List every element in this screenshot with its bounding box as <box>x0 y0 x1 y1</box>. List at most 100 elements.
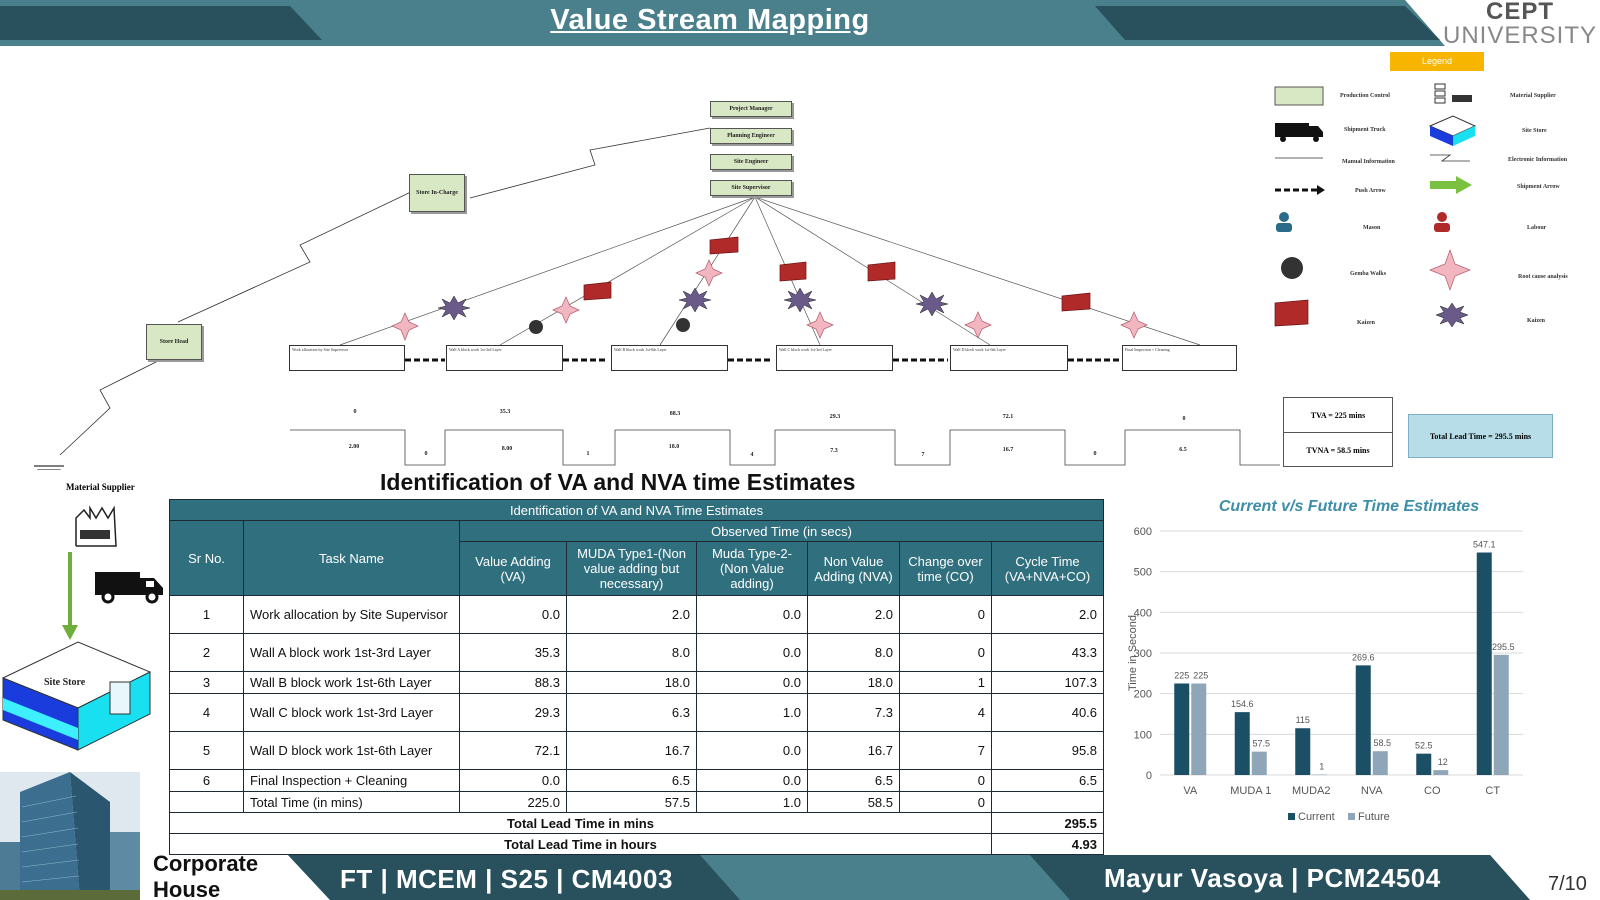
legend-swatch <box>1348 813 1355 820</box>
legend-label: Push Arrow <box>1355 188 1386 194</box>
legend-label: Kaizen <box>1357 320 1375 326</box>
legend-label: Site Store <box>1522 128 1547 134</box>
bar-future <box>1191 683 1207 775</box>
lead-time-mins-row: Total Lead Time in mins 295.5 <box>169 812 1105 834</box>
timeline-va: 72.1 <box>1002 414 1014 420</box>
va-nva-table: Identification of VA and NVA Time Estima… <box>168 499 1105 855</box>
x-tick-label: NVA <box>1361 785 1383 797</box>
tva-value: TVA = 225 mins <box>1284 398 1392 433</box>
store-in-charge-box: Store In-Charge <box>409 174 465 212</box>
legend-label: Kaizen <box>1527 318 1545 324</box>
course-code: FT | MCEM | S25 | CM4003 <box>340 864 673 894</box>
site-store-diagram <box>1 505 163 751</box>
legend-label: Root cause analysis <box>1518 274 1568 280</box>
chart-title: Current v/s Future Time Estimates <box>1218 498 1480 515</box>
x-tick-label: MUDA2 <box>1292 785 1331 797</box>
time-estimates-chart: Current v/s Future Time Estimates 0 100 20… <box>1118 495 1580 845</box>
process-box: Wall D block work 1st-6th Layer <box>950 345 1068 371</box>
col-task: Task Name <box>243 520 460 596</box>
col-muda1: MUDA Type1-(Non value adding but necessa… <box>566 541 697 596</box>
author-id: Mayur Vasoya | PCM24504 <box>1104 863 1441 893</box>
tva-summary-box: TVA = 225 mins TVNA = 58.5 mins <box>1283 397 1393 467</box>
table-row: 1 Work allocation by Site Supervisor 0.0… <box>169 595 1105 634</box>
bar-future <box>1493 654 1509 775</box>
process-box: Wall C block work 1st-3rd Layer <box>776 345 893 371</box>
y-tick-label: 500 <box>1134 567 1152 579</box>
y-tick-label: 600 <box>1134 526 1152 538</box>
legend-label: Gemba Walks <box>1350 271 1387 277</box>
tnva-value: TVNA = 58.5 mins <box>1306 446 1370 455</box>
legend-title: Legend <box>1390 52 1484 71</box>
timeline-nva: 0 <box>1093 451 1097 457</box>
bar-future <box>1312 774 1328 776</box>
bar-current <box>1416 753 1432 775</box>
bar-current <box>1174 683 1190 775</box>
project-manager-box: Project Manager <box>710 101 792 117</box>
data-label: 52.5 <box>1415 741 1433 751</box>
y-tick-label: 0 <box>1146 770 1152 782</box>
col-co: Change over time (CO) <box>899 541 992 596</box>
legend-label: Manual Information <box>1342 159 1395 165</box>
table-title: Identification of VA and NVA Time Estima… <box>168 499 1105 521</box>
legend-label: Shipment Truck <box>1344 127 1386 133</box>
y-tick-label: 100 <box>1134 729 1152 741</box>
col-ct: Cycle Time (VA+NVA+CO) <box>990 541 1105 596</box>
col-va: Value Adding (VA) <box>459 541 567 596</box>
chart-svg: 0100200300400500600Time in Second 225 225V… <box>1127 526 1523 823</box>
bar-current <box>1355 665 1371 775</box>
data-label: 225 <box>1193 671 1208 681</box>
timeline-va: 88.3 <box>669 411 681 417</box>
data-label: 12 <box>1438 757 1448 767</box>
section-heading: Identification of VA and NVA time Estima… <box>380 469 856 495</box>
timeline-nva: 4 <box>750 452 754 458</box>
material-supplier-label: Material Supplier <box>66 482 135 492</box>
timeline-nva: 7 <box>921 452 925 458</box>
timeline-nva: 2.00 <box>348 444 360 450</box>
data-label: 57.5 <box>1252 739 1270 749</box>
legend-label: Labour <box>1527 225 1547 231</box>
timeline-nva: 8.00 <box>501 446 513 452</box>
table-row: 5 Wall D block work 1st-6th Layer 72.1 1… <box>169 731 1105 770</box>
data-label: 154.6 <box>1231 699 1254 709</box>
timeline-nva: 0 <box>424 451 428 457</box>
legend-icons <box>1274 83 1477 328</box>
data-label: 295.5 <box>1492 642 1515 652</box>
timeline-va: 0 <box>1182 416 1186 422</box>
store-head-box: Store Head <box>146 324 202 360</box>
legend-label: Future <box>1358 811 1390 823</box>
table-row: 6 Final Inspection + Cleaning 0.0 6.5 0.… <box>169 769 1105 792</box>
timeline-va: 0 <box>353 409 357 415</box>
x-tick-label: VA <box>1183 785 1198 797</box>
site-engineer-box: Site Engineer <box>710 154 792 170</box>
slide: Value Stream Mapping CEPT UNIVERSITY Pro… <box>0 0 1600 900</box>
site-supervisor-box: Site Supervisor <box>710 180 792 196</box>
process-box: Wall B block work 1st-6th Layer <box>611 345 728 371</box>
lead-time-hours-row: Total Lead Time in hours 4.93 <box>169 833 1105 855</box>
bar-future <box>1372 751 1388 775</box>
observed-time-header: Observed Time (in secs) <box>458 520 1105 542</box>
timeline-nva: 1 <box>586 451 590 457</box>
process-box: Work allocation by Site Supervisor <box>289 345 405 371</box>
data-label: 225 <box>1174 671 1189 681</box>
data-label: 547.1 <box>1473 540 1496 550</box>
col-muda2: Muda Type-2- (Non Value adding) <box>696 541 808 596</box>
table-row: 2 Wall A block work 1st-3rd Layer 35.3 8… <box>169 633 1105 672</box>
legend-label: Shipment Arrow <box>1517 184 1560 190</box>
x-tick-label: CO <box>1424 785 1441 797</box>
page-number: 7/10 <box>1548 873 1587 895</box>
table-row: 4 Wall C block work 1st-3rd Layer 29.3 6… <box>169 693 1105 732</box>
bar-current <box>1234 712 1250 775</box>
legend-label: Material Supplier <box>1510 93 1556 99</box>
timeline-nva: 18.0 <box>668 444 680 450</box>
legend-label: Production Control <box>1340 93 1390 99</box>
bar-future <box>1433 770 1449 775</box>
bar-current <box>1476 552 1492 775</box>
x-tick-label: CT <box>1485 785 1500 797</box>
site-store-label: Site Store <box>44 677 86 688</box>
timeline-nva: 6.5 <box>1179 447 1187 453</box>
y-axis-label: Time in Second <box>1127 615 1139 691</box>
col-sr: Sr No. <box>169 520 244 596</box>
data-label: 1 <box>1319 762 1324 772</box>
planning-engineer-box: Planning Engineer <box>710 128 792 144</box>
timeline-va: 29.3 <box>829 414 841 420</box>
